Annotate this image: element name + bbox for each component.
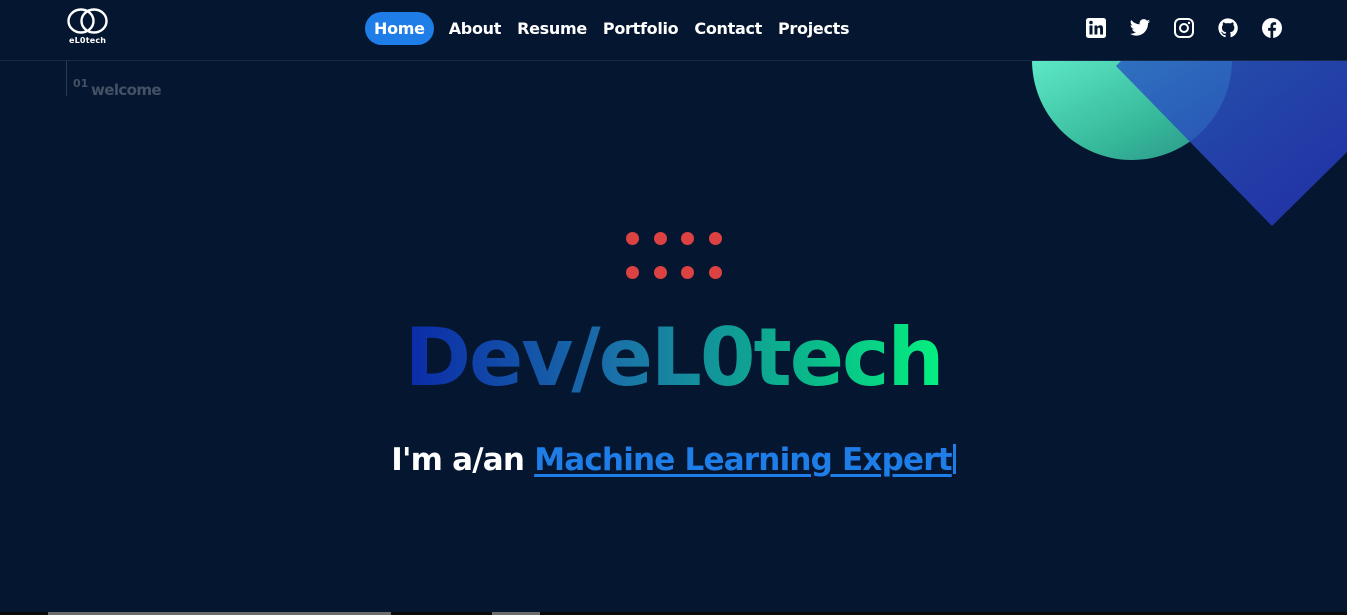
nav-item-portfolio[interactable]: Portfolio [595,12,686,45]
dot [654,232,667,245]
section-divider [66,61,67,96]
nav-item-about[interactable]: About [441,12,509,45]
hero-title-text: Dev/eL0tech [404,311,945,404]
github-icon[interactable] [1217,17,1239,39]
dot [681,266,694,279]
tagline-prefix: I'm a/an [391,442,525,478]
infinity-loop-logo-icon [67,8,108,34]
page: eL0tech Home About Resume Portfolio Cont… [0,0,1347,615]
main-nav: Home About Resume Portfolio Contact Proj… [365,12,857,45]
social-links [1085,17,1283,39]
typing-cursor [952,444,956,474]
dot [654,266,667,279]
hero-tagline: I'm a/an Machine Learning Expert [0,436,1347,484]
brand-name: eL0tech [69,36,107,45]
facebook-icon[interactable] [1261,17,1283,39]
dot [709,232,722,245]
dot [681,232,694,245]
nav-item-home[interactable]: Home [365,12,434,45]
nav-item-projects[interactable]: Projects [770,12,857,45]
brand-logo[interactable]: eL0tech [66,6,110,48]
dots-decoration [626,232,726,282]
linkedin-icon[interactable] [1085,17,1107,39]
navbar: eL0tech Home About Resume Portfolio Cont… [0,0,1347,61]
nav-item-resume[interactable]: Resume [509,12,595,45]
section-title: welcome [91,81,162,99]
hero-title: Dev/eL0tech [0,308,1347,408]
dot [709,266,722,279]
dot [626,232,639,245]
typed-role-text[interactable]: Machine Learning Expert [534,442,952,478]
nav-item-contact[interactable]: Contact [686,12,770,45]
section-number: 01 [73,77,89,90]
instagram-icon[interactable] [1173,17,1195,39]
twitter-icon[interactable] [1129,17,1151,39]
dot [626,266,639,279]
